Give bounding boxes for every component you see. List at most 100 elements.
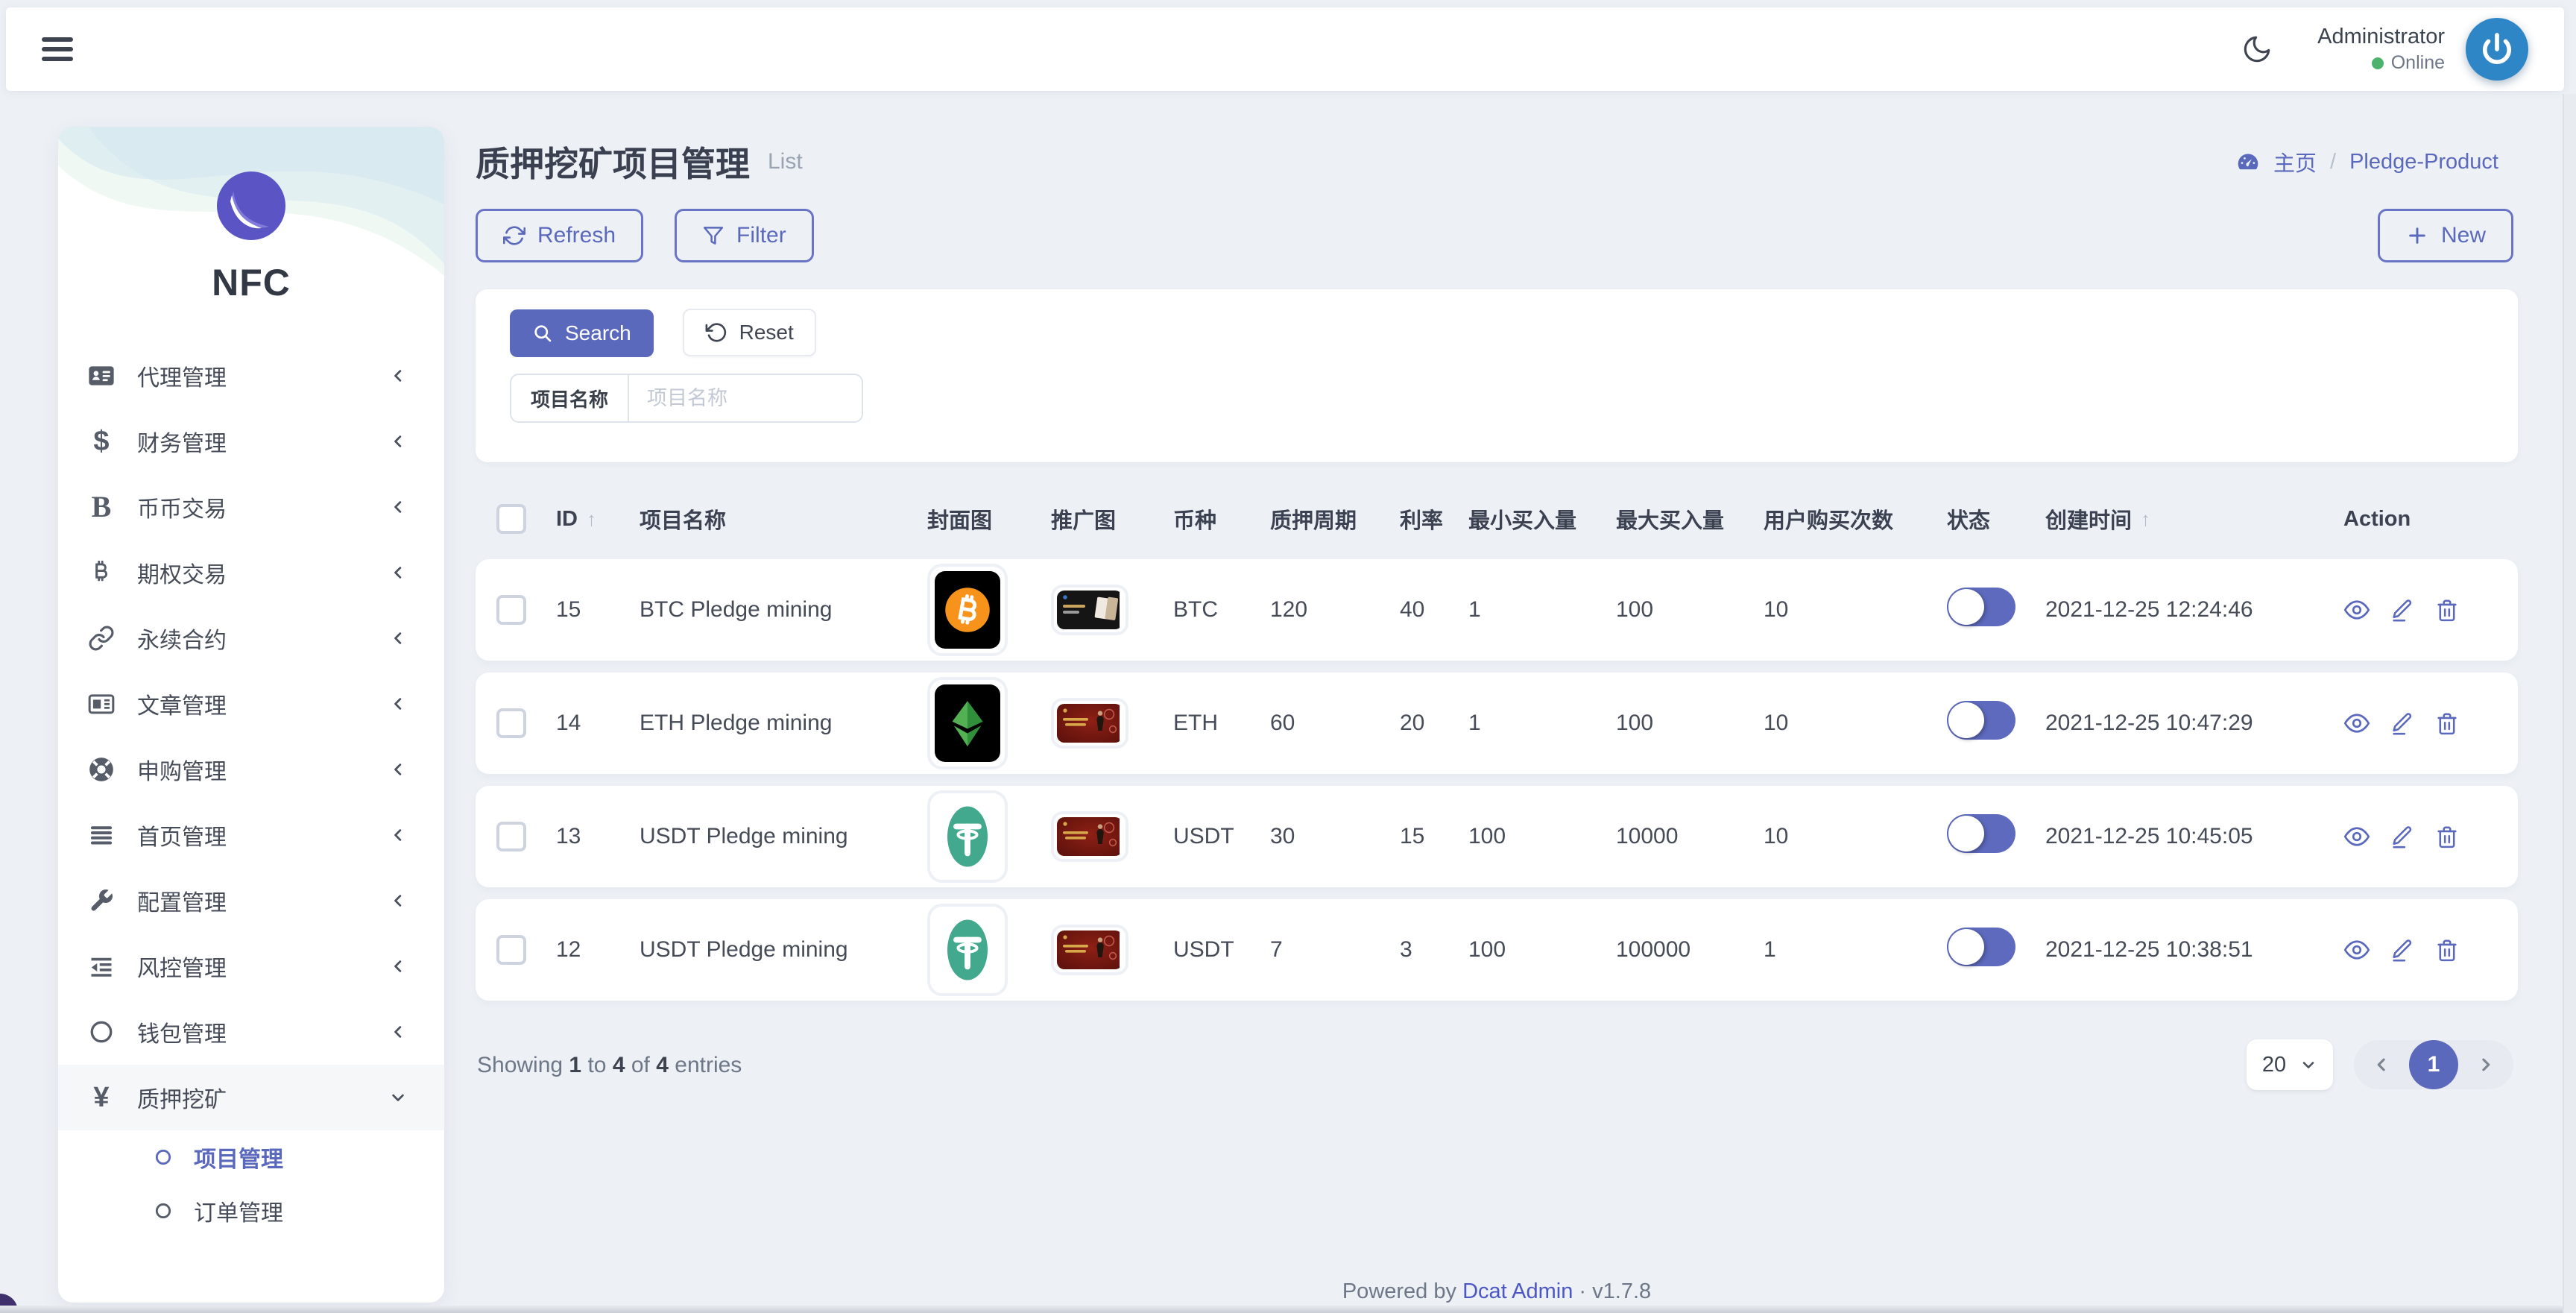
btc-cover-icon (935, 571, 1000, 649)
edit-button[interactable] (2390, 711, 2415, 736)
sidebar-item-label: 代理管理 (137, 366, 227, 391)
sidebar-item-dollar[interactable]: $ 财务管理 (58, 409, 444, 474)
sidebar-item-wrench[interactable]: 配置管理 (58, 868, 444, 933)
breadcrumb-home[interactable]: 主页 (2273, 146, 2317, 177)
page-head: 质押挖矿项目管理 List 主页 / Pledge-Product (476, 137, 2518, 186)
status-toggle[interactable] (1947, 814, 2015, 853)
sidebar-item-newspaper[interactable]: 文章管理 (58, 671, 444, 737)
status-toggle[interactable] (1947, 588, 2015, 626)
promo-image[interactable] (1051, 925, 1128, 975)
sidebar-item-bitcoin[interactable]: 期权交易 (58, 540, 444, 605)
edit-button[interactable] (2390, 824, 2415, 849)
cell-max-buy: 10000 (1616, 824, 1679, 848)
table-row: 15 BTC Pledge mining BTC 120 40 1 100 10 2021-12… (476, 559, 2518, 661)
sidebar-subitem-label: 订单管理 (194, 1201, 283, 1226)
filter-button[interactable]: Filter (675, 209, 814, 262)
view-button[interactable] (2343, 936, 2370, 963)
usdt-cover-icon (935, 911, 1000, 989)
sidebar-item-link[interactable]: 永续合约 (58, 605, 444, 671)
search-button[interactable]: Search (510, 309, 654, 357)
cover-image[interactable] (927, 790, 1008, 883)
sidebar: NFC 代理管理 $ 财务管理 B 币币交易 期权交易 永续合约 文章管理 申购管理 首页管理 配置… (58, 127, 444, 1303)
dcat-admin-link[interactable]: Dcat Admin (1462, 1279, 1573, 1303)
new-button[interactable]: New (2377, 209, 2513, 262)
chevron-left-icon (388, 562, 408, 583)
select-all-checkbox[interactable] (496, 504, 526, 534)
dark-mode-toggle-icon[interactable] (2241, 34, 2273, 65)
cell-created: 2021-12-25 10:38:51 (2045, 937, 2253, 962)
column-header: 最小买入量 (1468, 509, 1577, 533)
sidebar-subitem-label: 项目管理 (194, 1147, 283, 1172)
sidebar-item-indent[interactable]: 风控管理 (58, 933, 444, 999)
view-button[interactable] (2343, 823, 2370, 850)
user-status: Online (2317, 52, 2445, 74)
sidebar-subitem[interactable]: 项目管理 (58, 1130, 444, 1184)
promo-image[interactable] (1051, 698, 1128, 749)
sidebar-item-id-card[interactable]: 代理管理 (58, 343, 444, 409)
column-header: 项目名称 (640, 509, 727, 533)
cover-image[interactable] (927, 564, 1008, 656)
cell-buy-count: 10 (1764, 824, 1789, 848)
row-checkbox[interactable] (496, 822, 526, 851)
sidebar-item-bold-b[interactable]: B 币币交易 (58, 474, 444, 540)
status-toggle[interactable] (1947, 928, 2015, 966)
next-page-button[interactable] (2475, 1054, 2497, 1076)
page-size-select[interactable]: 20 (2247, 1039, 2333, 1090)
cell-created: 2021-12-25 10:47:29 (2045, 711, 2253, 735)
user-info[interactable]: Administrator Online (2317, 25, 2445, 74)
cell-name: BTC Pledge mining (640, 597, 833, 622)
usdt-cover-icon (935, 798, 1000, 875)
current-page[interactable]: 1 (2409, 1040, 2458, 1089)
delete-button[interactable] (2434, 711, 2460, 736)
online-label: Online (2390, 52, 2445, 73)
bitcoin-icon (85, 559, 118, 586)
sidebar-item-yen[interactable]: ¥ 质押挖矿 (58, 1065, 444, 1130)
horizontal-scrollbar[interactable] (0, 1306, 2564, 1313)
breadcrumb-current[interactable]: Pledge-Product (2349, 150, 2498, 174)
link-icon (85, 625, 118, 652)
delete-button[interactable] (2434, 597, 2460, 623)
delete-button[interactable] (2434, 824, 2460, 849)
toggle-knob (1948, 929, 1984, 965)
view-button[interactable] (2343, 710, 2370, 737)
promo-banner (1057, 591, 1123, 629)
toggle-knob (1948, 589, 1984, 625)
vertical-scrollbar[interactable] (2563, 94, 2576, 1313)
chevron-left-icon (388, 1021, 408, 1042)
column-header: 币种 (1173, 509, 1217, 533)
promo-image[interactable] (1051, 585, 1128, 635)
menu-toggle-button[interactable] (42, 37, 73, 61)
view-button[interactable] (2343, 596, 2370, 623)
column-header: 利率 (1400, 509, 1444, 533)
refresh-button[interactable]: Refresh (476, 209, 644, 262)
project-name-input[interactable] (629, 375, 862, 421)
sidebar-subitem[interactable]: 订单管理 (58, 1184, 444, 1238)
sidebar-item-label: 期权交易 (137, 563, 227, 588)
column-header[interactable]: 创建时间 ↑ (2045, 503, 2343, 535)
prev-page-button[interactable] (2370, 1054, 2393, 1076)
sidebar-item-label: 配置管理 (137, 891, 227, 916)
circle-icon (154, 1201, 173, 1221)
row-checkbox[interactable] (496, 935, 526, 965)
edit-button[interactable] (2390, 597, 2415, 623)
promo-banner (1057, 817, 1123, 856)
avatar[interactable] (2466, 18, 2528, 81)
reset-button[interactable]: Reset (682, 309, 816, 356)
promo-image[interactable] (1051, 811, 1128, 862)
delete-button[interactable] (2434, 937, 2460, 963)
sidebar-item-list[interactable]: 首页管理 (58, 802, 444, 868)
cover-image[interactable] (927, 677, 1008, 769)
cell-id: 13 (556, 824, 581, 848)
row-checkbox[interactable] (496, 595, 526, 625)
cover-image[interactable] (927, 904, 1008, 996)
dollar-icon: $ (93, 426, 110, 457)
sidebar-item-circle[interactable]: 钱包管理 (58, 999, 444, 1065)
sidebar-item-life-ring[interactable]: 申购管理 (58, 737, 444, 802)
edit-button[interactable] (2390, 937, 2415, 963)
cell-min-buy: 1 (1468, 597, 1481, 622)
cell-created: 2021-12-25 12:24:46 (2045, 597, 2253, 622)
status-toggle[interactable] (1947, 701, 2015, 740)
column-header[interactable]: ID ↑ (556, 507, 640, 532)
row-checkbox[interactable] (496, 708, 526, 738)
user-name: Administrator (2317, 25, 2445, 48)
